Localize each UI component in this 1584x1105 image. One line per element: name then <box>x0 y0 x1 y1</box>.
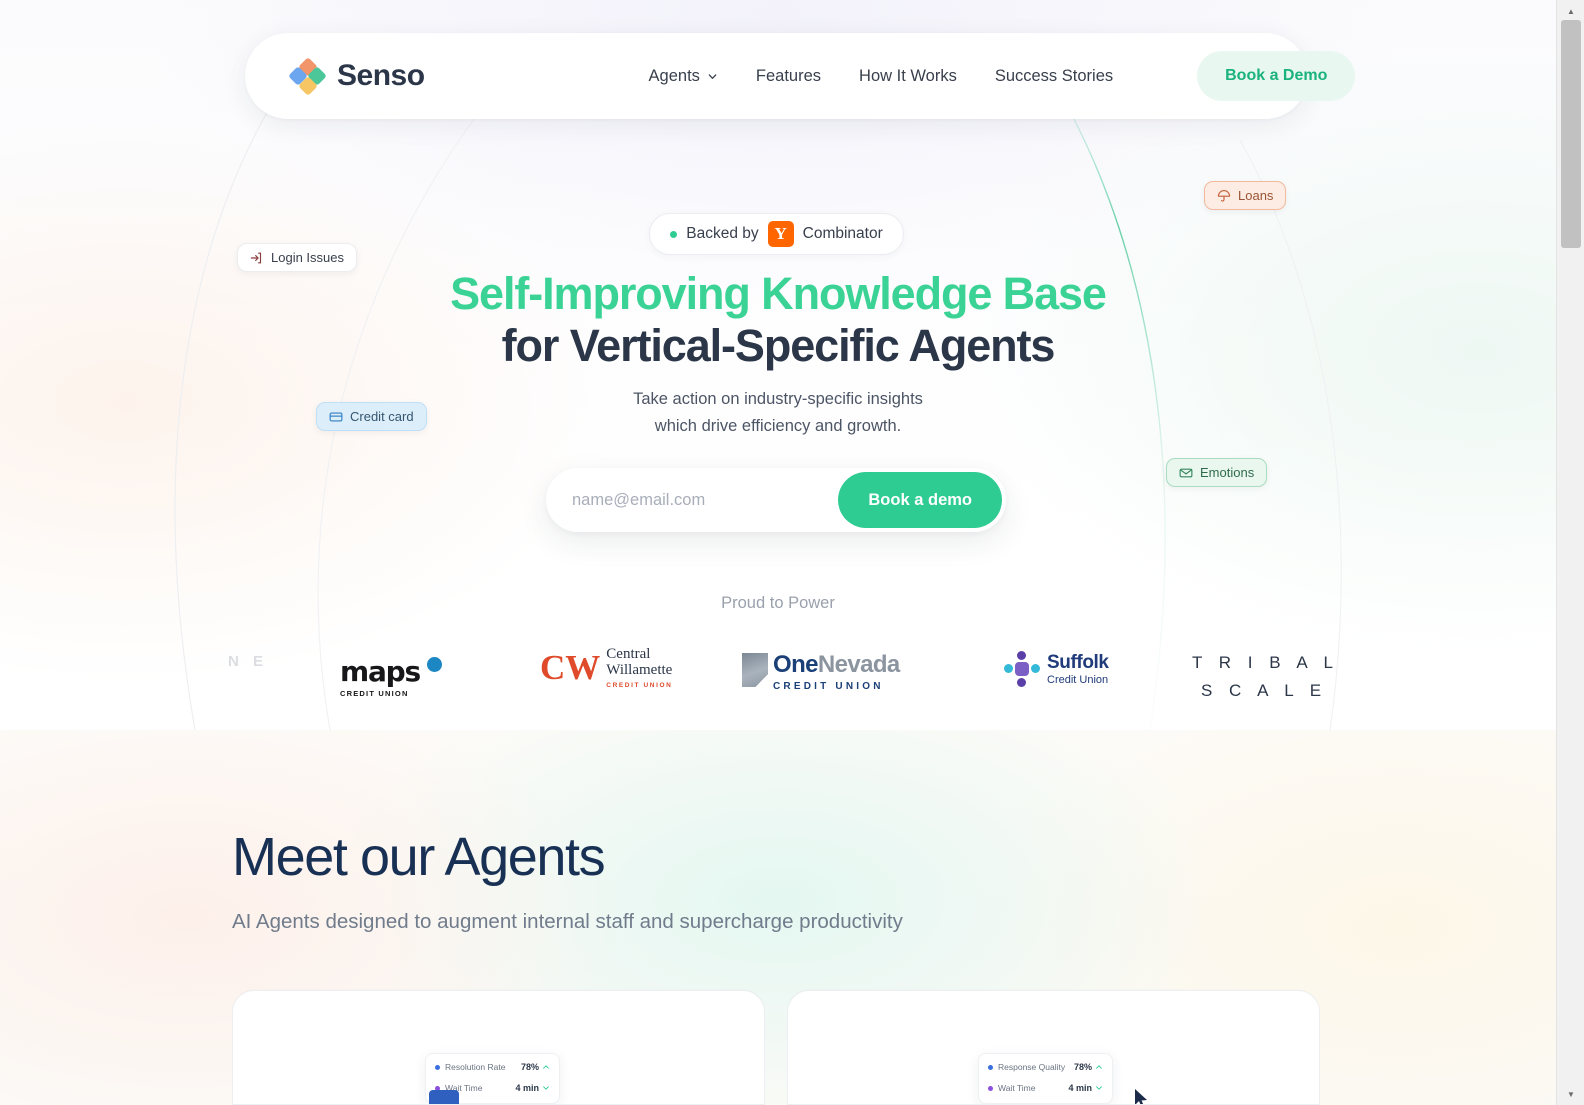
nevada-state-icon <box>742 653 768 687</box>
metric-label: Response Quality <box>998 1062 1066 1072</box>
metric-label: Wait Time <box>998 1083 1036 1093</box>
chip-credit-card: Credit card <box>316 402 427 431</box>
logo-cw-sub: CREDIT UNION <box>606 681 673 689</box>
chip-credit-card-label: Credit card <box>350 409 414 424</box>
combinator-label: Combinator <box>802 225 883 242</box>
senso-diamond-logo-icon <box>288 56 327 96</box>
scrollbar-thumb[interactable] <box>1561 20 1581 248</box>
backed-by-yc-badge: Backed by Y Combinator <box>649 213 904 255</box>
suffolk-people-icon <box>1004 651 1040 687</box>
logo-tribal-line-1: T R I B A L <box>1192 653 1339 672</box>
page-title: Meet our Agents <box>232 827 606 887</box>
logo-tribal-line-2: S C A L E <box>1201 681 1328 700</box>
browser-page: Senso Agents Features How It Works Succe… <box>0 0 1584 1105</box>
metric-row: Resolution Rate 78% <box>435 1062 550 1072</box>
agent-card-1[interactable]: Resolution Rate 78% Wait Time 4 min <box>232 990 765 1105</box>
chevron-down-icon <box>1096 1086 1102 1090</box>
chip-emotions-label: Emotions <box>1200 465 1255 480</box>
chip-login-issues-label: Login Issues <box>271 250 344 265</box>
logo-one-nevada-one: One <box>773 651 818 678</box>
email-input[interactable] <box>572 490 839 510</box>
metric-value: 78% <box>1073 1062 1092 1072</box>
logo-one-nevada-sub: CREDIT UNION <box>773 681 884 692</box>
headline-line-2: for Vertical-Specific Agents <box>501 320 1056 372</box>
logo-maps-dot-icon <box>424 655 444 674</box>
metric-value: 78% <box>520 1062 539 1072</box>
book-a-demo-nav-button[interactable]: Book a Demo <box>1197 51 1356 101</box>
agent-card-2-metrics: Response Quality 78% Wait Time 4 min <box>978 1053 1113 1104</box>
credit-card-icon <box>329 411 343 422</box>
login-icon <box>250 252 262 263</box>
metric-row: Response Quality 78% <box>988 1062 1103 1072</box>
logo-one-nevada: OneNevada CREDIT UNION <box>742 653 900 692</box>
subheadline-line-1: Take action on industry-specific insight… <box>633 390 923 408</box>
metric-dot-icon <box>435 1064 440 1070</box>
logo-maps-word: maps <box>340 655 421 688</box>
metric-row: Wait Time 4 min <box>988 1083 1103 1093</box>
metric-dot-icon <box>988 1085 993 1091</box>
agent-card-1-decoration <box>429 1090 459 1104</box>
logo-suffolk-credit-union: Suffolk Credit Union <box>1004 651 1109 687</box>
y-combinator-icon: Y <box>767 221 794 247</box>
logo-suffolk-word: Suffolk <box>1047 651 1109 673</box>
book-a-demo-submit-button[interactable]: Book a demo <box>838 472 1002 528</box>
logo-cw-line-1: Central <box>606 646 651 662</box>
hero-subheadline: Take action on industry-specific insight… <box>0 386 1556 439</box>
chevron-up-icon <box>543 1065 549 1069</box>
status-dot-icon <box>670 230 678 238</box>
nav-item-features[interactable]: Features <box>756 67 821 86</box>
umbrella-icon <box>1217 189 1231 202</box>
client-logos: N E maps CREDIT UNION CW Central Willame… <box>0 645 1556 715</box>
nav-item-success-stories[interactable]: Success Stories <box>995 67 1113 86</box>
hero-headline: Self-Improving Knowledge Base for Vertic… <box>0 268 1556 372</box>
nav-links: Agents Features How It Works Success Sto… <box>649 51 1356 101</box>
logo-ne-partial: N E <box>228 653 268 682</box>
hero-email-form: Book a demo <box>546 468 1006 532</box>
logo-tribal-scale: T R I B A L S C A L E <box>1192 653 1339 701</box>
scrollbar-down-arrow-icon[interactable]: ▼ <box>1557 1085 1584 1103</box>
chevron-up-icon <box>1096 1065 1102 1069</box>
metric-value: 4 min <box>1068 1083 1092 1093</box>
page-viewport: Senso Agents Features How It Works Succe… <box>0 0 1556 1105</box>
scrollbar-up-arrow-icon[interactable]: ▲ <box>1557 2 1584 20</box>
logo-central-willamette: CW Central Willamette CREDIT UNION <box>540 646 673 689</box>
chip-login-issues: Login Issues <box>237 243 357 272</box>
brand-name: Senso <box>337 59 425 92</box>
backed-by-label: Backed by <box>686 225 759 242</box>
logo-maps-credit-union: maps CREDIT UNION <box>340 655 444 701</box>
chevron-down-icon <box>708 73 717 79</box>
logo-cw-line-2: Willamette <box>606 661 673 678</box>
chip-loans: Loans <box>1204 181 1287 210</box>
nav-item-agents-label: Agents <box>648 66 700 85</box>
proud-to-power-heading: Proud to Power <box>721 594 835 612</box>
logo-ne-partial-text: N E <box>228 653 269 670</box>
subheadline-line-2: which drive efficiency and growth. <box>654 416 902 435</box>
envelope-icon <box>1179 468 1193 477</box>
logo-one-nevada-nevada: Nevada <box>817 651 900 678</box>
navbar: Senso Agents Features How It Works Succe… <box>245 33 1356 119</box>
logo-cw-mark-icon: CW <box>540 648 601 688</box>
logo-suffolk-sub: Credit Union <box>1047 673 1109 686</box>
nav-item-agents[interactable]: Agents <box>649 67 718 86</box>
logo-ne-partial-sub <box>228 675 268 682</box>
headline-line-1: Self-Improving Knowledge Base <box>450 268 1107 319</box>
metric-label: Resolution Rate <box>445 1062 506 1072</box>
chevron-down-icon <box>543 1086 549 1090</box>
agent-card-2[interactable]: Response Quality 78% Wait Time 4 min <box>787 990 1320 1105</box>
cursor-pointer-icon <box>1135 1089 1147 1104</box>
metric-value: 4 min <box>515 1083 539 1093</box>
agents-subtitle: AI Agents designed to augment internal s… <box>232 910 903 933</box>
brand-logo[interactable]: Senso <box>288 56 425 96</box>
browser-scrollbar[interactable]: ▲ ▼ <box>1556 0 1584 1105</box>
chip-loans-label: Loans <box>1238 188 1274 203</box>
logo-maps-sub: CREDIT UNION <box>340 689 409 698</box>
metric-dot-icon <box>988 1064 993 1070</box>
chip-emotions: Emotions <box>1166 458 1268 487</box>
nav-item-how-it-works[interactable]: How It Works <box>859 67 957 86</box>
